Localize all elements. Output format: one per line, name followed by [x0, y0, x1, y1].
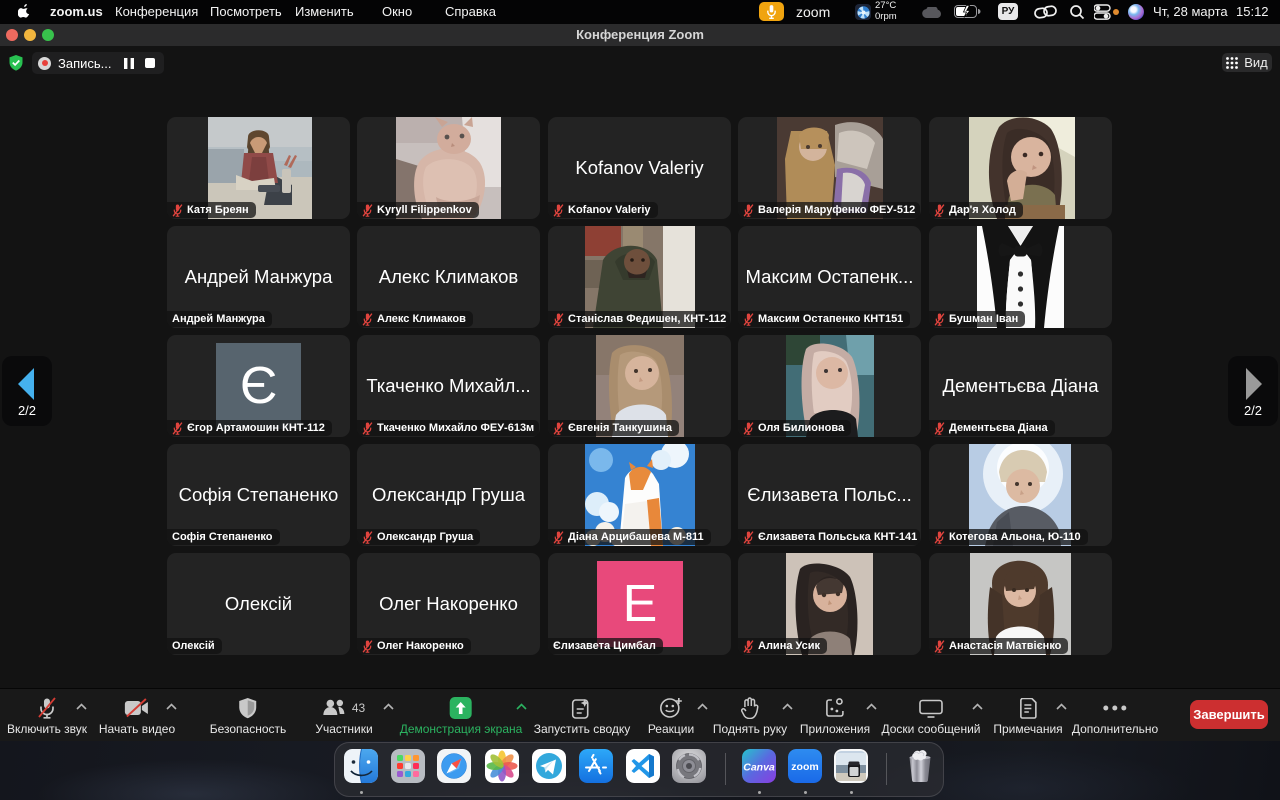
svg-text:Canva: Canva	[743, 762, 775, 774]
svg-text:zoom: zoom	[791, 761, 818, 773]
